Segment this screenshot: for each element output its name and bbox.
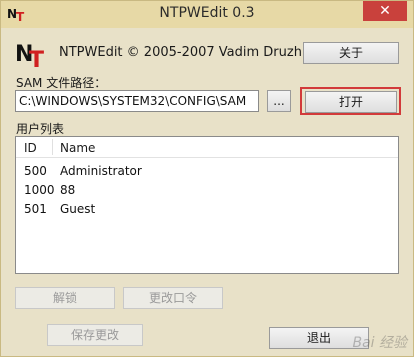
sam-path-input[interactable]: C:\WINDOWS\SYSTEM32\CONFIG\SAM (15, 90, 259, 112)
user-name: 88 (60, 183, 76, 197)
list-item[interactable]: 501 Guest (16, 200, 398, 218)
user-id: 1000 (24, 183, 55, 197)
user-name: Guest (60, 202, 96, 216)
column-header-id[interactable]: ID (24, 141, 37, 155)
list-item[interactable]: 1000 88 (16, 181, 398, 199)
browse-button[interactable]: ... (267, 90, 291, 112)
title-bar[interactable]: N T NTPWEdit 0.3 ✕ (1, 1, 413, 28)
change-password-button[interactable]: 更改口令 (123, 287, 223, 309)
user-list-label: 用户列表 (16, 122, 65, 136)
copyright-text: NTPWEdit © 2005-2007 Vadim Druzhin (59, 45, 314, 60)
unlock-button[interactable]: 解锁 (15, 287, 115, 309)
save-changes-button[interactable]: 保存更改 (47, 324, 143, 346)
sam-path-label: SAM 文件路径： (16, 76, 107, 90)
user-name: Administrator (60, 164, 142, 178)
column-header-name[interactable]: Name (60, 141, 95, 155)
ntpwedit-logo-icon: N T (15, 42, 44, 69)
list-item[interactable]: 500 Administrator (16, 162, 398, 180)
app-window: N T NTPWEdit 0.3 ✕ N T NTPWEdit © 2005-2… (0, 0, 414, 357)
user-id: 501 (24, 202, 47, 216)
user-id: 500 (24, 164, 47, 178)
baidu-watermark: Bai 经验 (352, 335, 407, 351)
user-list-header: ID Name (16, 137, 398, 158)
column-separator (52, 139, 53, 155)
user-list[interactable]: ID Name 500 Administrator 1000 88 501 Gu… (15, 136, 399, 274)
window-title: NTPWEdit 0.3 (159, 5, 255, 21)
about-button[interactable]: 关于 (303, 42, 399, 64)
close-button[interactable]: ✕ (363, 1, 407, 21)
svg-text:T: T (29, 48, 44, 69)
open-button[interactable]: 打开 (305, 91, 397, 113)
